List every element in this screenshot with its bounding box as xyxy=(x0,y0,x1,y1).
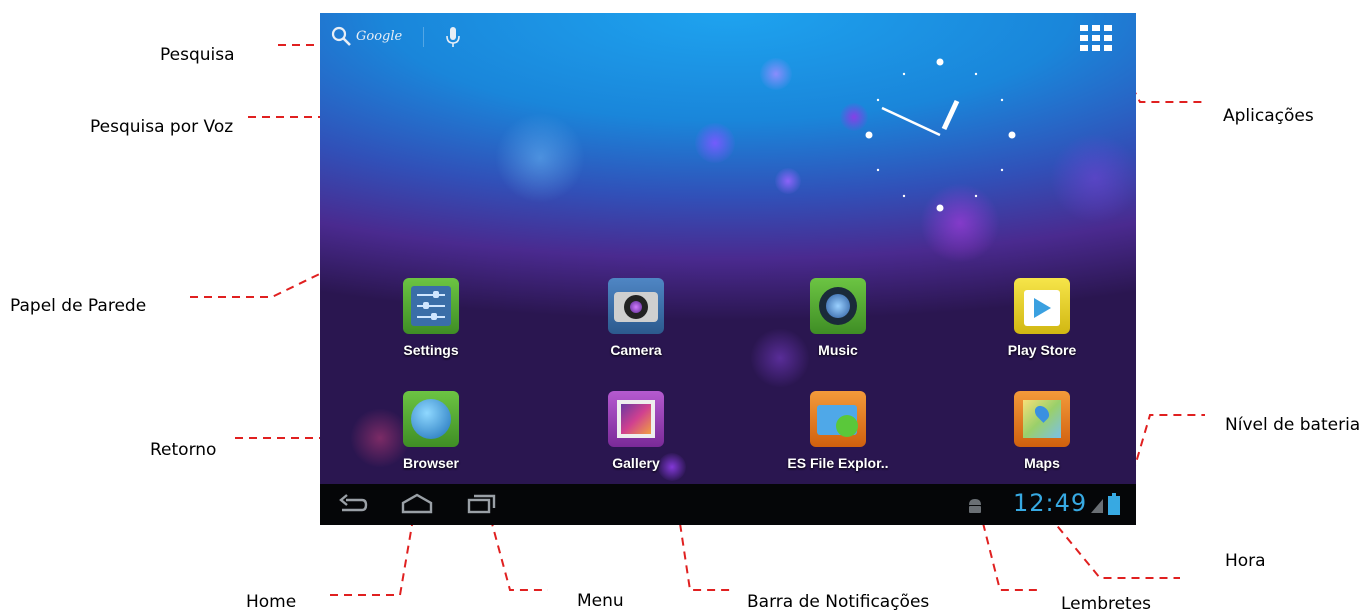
browser-icon xyxy=(403,391,459,447)
clock-hour-hand xyxy=(941,99,960,131)
app-label: Maps xyxy=(1024,455,1060,471)
app-label: Play Store xyxy=(1007,342,1077,358)
android-icon[interactable] xyxy=(966,496,984,514)
annotation-search: Pesquisa xyxy=(160,45,235,65)
google-search-label: Google xyxy=(356,28,403,44)
settings-icon xyxy=(403,278,459,334)
annotation-voice-search: Pesquisa por Voz xyxy=(90,117,234,137)
system-bar: 12:49 xyxy=(320,484,1136,525)
annotation-notification-bar: Barra de Notificações xyxy=(747,592,930,612)
back-icon[interactable] xyxy=(338,492,368,516)
search-icon xyxy=(331,26,351,46)
annotation-battery: Nível de bateria xyxy=(1225,415,1361,435)
app-label: ES File Explor.. xyxy=(787,455,889,471)
wallpaper-bubble xyxy=(1050,133,1136,223)
annotation-menu: Menu xyxy=(577,591,624,611)
app-gallery[interactable]: Gallery xyxy=(571,391,701,471)
app-play-store[interactable]: Play Store xyxy=(977,278,1107,358)
annotation-time: Hora xyxy=(1225,551,1266,571)
app-label: Gallery xyxy=(612,455,660,471)
app-maps[interactable]: Maps xyxy=(977,391,1107,471)
android-screen: Google Settings Camera Music Play Store … xyxy=(320,13,1136,525)
app-es-file-explorer[interactable]: ES File Explor.. xyxy=(773,391,903,471)
home-icon[interactable] xyxy=(400,492,434,516)
annotation-home: Home xyxy=(246,592,297,612)
app-label: Browser xyxy=(402,455,460,471)
analog-clock-widget[interactable] xyxy=(860,55,1020,215)
clock-time[interactable]: 12:49 xyxy=(1013,489,1087,517)
folder-icon xyxy=(810,391,866,447)
annotation-reminders: Lembretes xyxy=(1061,594,1152,614)
app-label: Music xyxy=(818,342,858,358)
camera-icon xyxy=(608,278,664,334)
battery-icon[interactable] xyxy=(1108,493,1120,515)
app-label: Settings xyxy=(403,342,459,358)
app-settings[interactable]: Settings xyxy=(366,278,496,358)
maps-icon xyxy=(1014,391,1070,447)
recent-apps-icon[interactable] xyxy=(466,492,498,516)
clock-minute-hand xyxy=(881,106,941,137)
google-search-widget[interactable]: Google xyxy=(330,25,402,47)
signal-icon xyxy=(1091,499,1103,513)
annotation-wallpaper: Papel de Parede xyxy=(10,296,147,316)
wallpaper-bubble xyxy=(775,168,801,194)
annotation-back: Retorno xyxy=(150,440,217,460)
gallery-icon xyxy=(608,391,664,447)
app-music[interactable]: Music xyxy=(773,278,903,358)
app-label: Camera xyxy=(610,342,662,358)
app-camera[interactable]: Camera xyxy=(571,278,701,358)
app-browser[interactable]: Browser xyxy=(366,391,496,471)
wallpaper-bubble xyxy=(760,58,792,90)
microphone-icon[interactable] xyxy=(446,26,460,48)
play-store-icon xyxy=(1014,278,1070,334)
music-icon xyxy=(810,278,866,334)
search-separator xyxy=(423,27,424,47)
wallpaper-bubble xyxy=(695,123,735,163)
wallpaper-bubble xyxy=(495,113,585,203)
apps-grid-icon[interactable] xyxy=(1080,25,1112,51)
annotation-apps: Aplicações xyxy=(1223,106,1314,126)
